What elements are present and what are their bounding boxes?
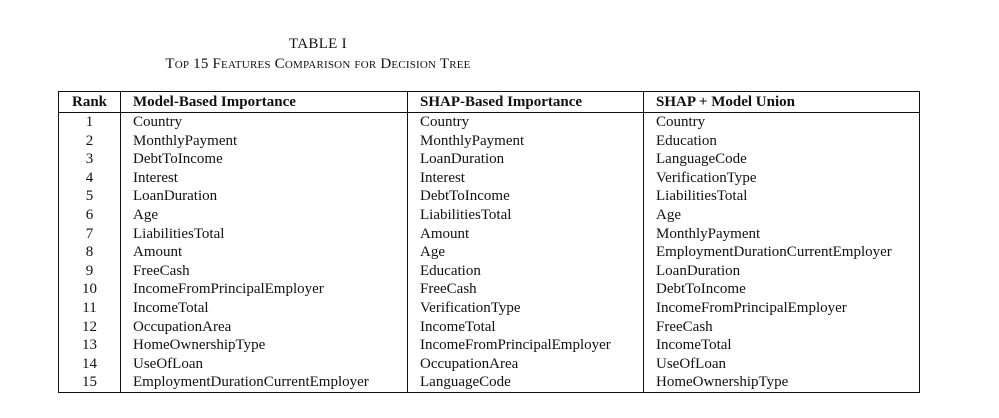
table-row: 1 Country Country Country: [59, 112, 920, 132]
union-cell: Age: [643, 205, 920, 225]
model-based-cell: Country: [120, 112, 408, 132]
table-header-row: Rank Model-Based Importance SHAP-Based I…: [58, 91, 920, 113]
union-cell: LiabilitiesTotal: [643, 187, 920, 206]
table-row: 15 EmploymentDurationCurrentEmployer Langu…: [59, 373, 920, 393]
rank-cell: 4: [85, 169, 94, 186]
rank-cell: 5: [85, 188, 94, 205]
table-row: 12 OccupationArea IncomeTotal FreeCash: [59, 317, 920, 337]
model-based-cell: EmploymentDurationCurrentEmployer: [120, 373, 408, 393]
model-based-cell: LiabilitiesTotal: [120, 224, 408, 244]
table-row: 4 Interest Interest VerificationType: [59, 168, 920, 188]
model-based-cell: IncomeFromPrincipalEmployer: [120, 280, 408, 299]
shap-based-cell: Age: [407, 243, 644, 262]
rank-cell: 3: [85, 151, 94, 168]
shap-based-cell: IncomeFromPrincipalEmployer: [407, 336, 644, 355]
table-row: 9 FreeCash Education LoanDuration: [59, 261, 920, 281]
header-shap-based-importance: SHAP-Based Importance: [407, 91, 644, 113]
shap-based-cell: Country: [407, 112, 644, 132]
table-row: 8 Amount Age EmploymentDurationCurrentEmplo…: [59, 243, 920, 262]
header-model-based-importance: Model-Based Importance: [120, 91, 408, 113]
union-cell: HomeOwnershipType: [643, 373, 920, 393]
rank-cell: 7: [85, 225, 94, 242]
shap-based-cell: LoanDuration: [407, 150, 644, 169]
shap-based-cell: DebtToIncome: [407, 187, 644, 206]
model-based-cell: LoanDuration: [120, 187, 408, 206]
model-based-cell: OccupationArea: [120, 317, 408, 337]
model-based-cell: Amount: [120, 243, 408, 262]
header-shap-model-union: SHAP + Model Union: [643, 91, 920, 113]
rank-cell: 8: [85, 244, 94, 261]
table-row: 14 UseOfLoan OccupationArea UseOfLoan: [59, 354, 920, 374]
shap-based-cell: LiabilitiesTotal: [407, 205, 644, 225]
model-based-cell: IncomeTotal: [120, 298, 408, 318]
union-cell: IncomeFromPrincipalEmployer: [643, 298, 920, 318]
union-cell: Education: [643, 131, 920, 151]
shap-based-cell: FreeCash: [407, 280, 644, 299]
header-rank: Rank: [58, 91, 121, 113]
shap-based-cell: VerificationType: [407, 298, 644, 318]
table-row: 6 Age LiabilitiesTotal Age: [59, 205, 920, 225]
union-cell: EmploymentDurationCurrentEmployer: [643, 243, 920, 262]
rank-cell: 2: [85, 132, 94, 149]
union-cell: UseOfLoan: [643, 354, 920, 374]
features-comparison-table: Rank Model-Based Importance SHAP-Based I…: [58, 91, 920, 393]
union-cell: VerificationType: [643, 168, 920, 188]
union-cell: LanguageCode: [643, 150, 920, 169]
model-based-cell: DebtToIncome: [120, 150, 408, 169]
rank-cell: 6: [85, 207, 94, 224]
model-based-cell: Age: [120, 205, 408, 225]
table-row: 3 DebtToIncome LoanDuration LanguageCode: [59, 150, 920, 169]
union-cell: IncomeTotal: [643, 336, 920, 355]
table-title: Top 15 Features Comparison for Decision …: [165, 56, 471, 72]
model-based-cell: FreeCash: [120, 261, 408, 281]
union-cell: DebtToIncome: [643, 280, 920, 299]
table-row: 2 MonthlyPayment MonthlyPayment Education: [59, 131, 920, 151]
union-cell: Country: [643, 112, 920, 132]
table-row: 10 IncomeFromPrincipalEmployer FreeCash Deb…: [59, 280, 920, 299]
table-row: 5 LoanDuration DebtToIncome LiabilitiesTota…: [59, 187, 920, 206]
rank-cell: 14: [82, 355, 97, 372]
shap-based-cell: LanguageCode: [407, 373, 644, 393]
model-based-cell: UseOfLoan: [120, 354, 408, 374]
union-cell: MonthlyPayment: [643, 224, 920, 244]
model-based-cell: MonthlyPayment: [120, 131, 408, 151]
rank-cell: 1: [85, 114, 94, 131]
rank-cell: 9: [85, 262, 94, 279]
union-cell: FreeCash: [643, 317, 920, 337]
shap-based-cell: Amount: [407, 224, 644, 244]
table-body: 1 Country Country Country 2 MonthlyPayment Mon…: [59, 112, 920, 393]
shap-based-cell: Education: [407, 261, 644, 281]
rank-cell: 12: [82, 318, 97, 335]
shap-based-cell: IncomeTotal: [407, 317, 644, 337]
table-row: 7 LiabilitiesTotal Amount MonthlyPayment: [59, 224, 920, 244]
shap-based-cell: Interest: [407, 168, 644, 188]
union-cell: LoanDuration: [643, 261, 920, 281]
rank-cell: 15: [82, 374, 97, 391]
shap-based-cell: OccupationArea: [407, 354, 644, 374]
rank-cell: 13: [82, 337, 97, 354]
shap-based-cell: MonthlyPayment: [407, 131, 644, 151]
model-based-cell: Interest: [120, 168, 408, 188]
rank-cell: 10: [82, 281, 97, 298]
table-label: TABLE I: [289, 36, 347, 52]
table-row: 11 IncomeTotal VerificationType IncomeFromP…: [59, 298, 920, 318]
table-row: 13 HomeOwnershipType IncomeFromPrincipalEm…: [59, 336, 920, 355]
rank-cell: 11: [82, 299, 97, 316]
model-based-cell: HomeOwnershipType: [120, 336, 408, 355]
